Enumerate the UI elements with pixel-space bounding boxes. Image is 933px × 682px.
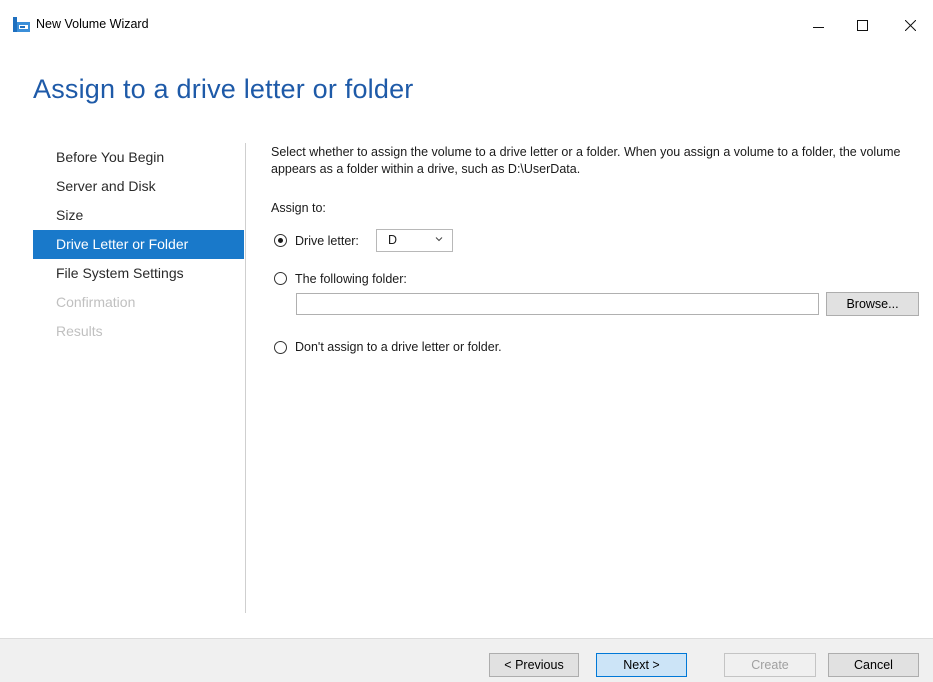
nav-item-server-and-disk[interactable]: Server and Disk <box>33 172 244 201</box>
maximize-icon <box>856 19 868 31</box>
no-assign-radio[interactable] <box>274 341 287 354</box>
wizard-steps-nav: Before You Begin Server and Disk Size Dr… <box>33 143 244 346</box>
drive-letter-radio[interactable] <box>274 234 287 247</box>
close-icon <box>904 19 916 31</box>
drive-letter-label[interactable]: Drive letter: <box>295 234 359 248</box>
window-title: New Volume Wizard <box>36 17 149 31</box>
cancel-button[interactable]: Cancel <box>828 653 919 677</box>
next-button[interactable]: Next > <box>596 653 687 677</box>
create-button: Create <box>724 653 816 677</box>
browse-button[interactable]: Browse... <box>826 292 919 316</box>
minimize-icon <box>812 26 824 28</box>
title-bar: New Volume Wizard <box>0 0 933 38</box>
close-button[interactable] <box>887 8 933 42</box>
nav-item-file-system-settings[interactable]: File System Settings <box>33 259 244 288</box>
nav-item-before-you-begin[interactable]: Before You Begin <box>33 143 244 172</box>
folder-path-input[interactable] <box>296 293 819 315</box>
nav-item-confirmation: Confirmation <box>56 294 136 310</box>
nav-item-results: Results <box>56 323 103 339</box>
page-title: Assign to a drive letter or folder <box>33 74 414 104</box>
volume-wizard-icon <box>13 17 30 32</box>
assign-to-label: Assign to: <box>271 201 326 215</box>
previous-button[interactable]: < Previous <box>489 653 579 677</box>
folder-label[interactable]: The following folder: <box>295 272 407 286</box>
nav-item-size[interactable]: Size <box>33 201 244 230</box>
no-assign-label[interactable]: Don't assign to a drive letter or folder… <box>295 340 502 354</box>
nav-divider <box>245 143 246 613</box>
maximize-button[interactable] <box>839 8 885 42</box>
description-text: Select whether to assign the volume to a… <box>271 145 901 176</box>
minimize-button[interactable] <box>795 8 841 42</box>
drive-letter-value: D <box>388 233 398 247</box>
nav-item-drive-letter-or-folder[interactable]: Drive Letter or Folder <box>33 230 244 259</box>
drive-letter-select[interactable]: D <box>376 229 453 252</box>
chevron-down-icon <box>435 237 443 242</box>
folder-radio[interactable] <box>274 272 287 285</box>
